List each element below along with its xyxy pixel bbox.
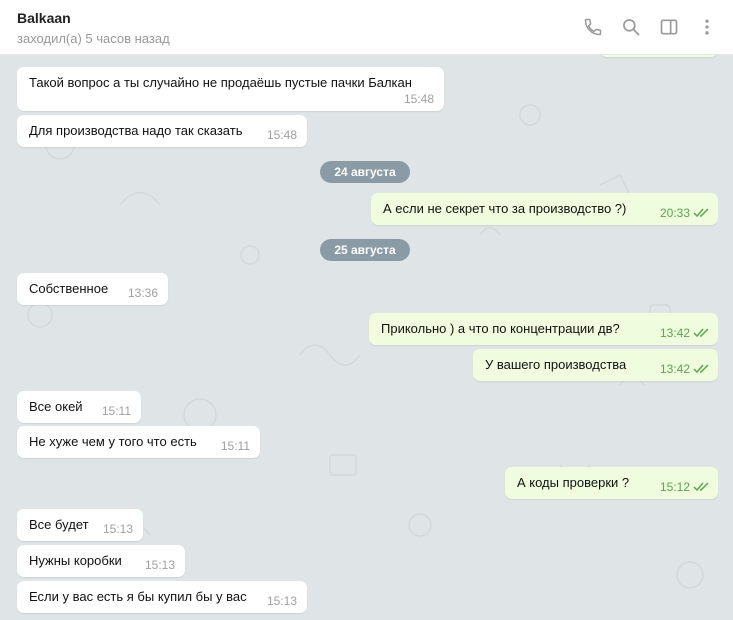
message-bubble-incoming[interactable]: Все будет 15:13 <box>17 509 143 541</box>
message-time: 13:42 <box>659 326 690 340</box>
message-time: 15:11 <box>101 404 131 418</box>
message-bubble-outgoing[interactable]: А коды проверки ? 15:12 <box>505 467 718 499</box>
message-text: Прикольно ) а что по концентрации дв? <box>381 321 620 336</box>
message-text: А если не секрет что за производство ?) <box>383 201 627 216</box>
message-time: 15:13 <box>266 594 297 608</box>
double-check-icon <box>693 364 709 374</box>
message-bubble-incoming[interactable]: Все окей 15:11 <box>17 391 141 423</box>
message-text: Все будет <box>29 517 89 532</box>
message-time: 15:11 <box>220 439 250 453</box>
message-bubble-incoming[interactable]: Нужны коробки 15:13 <box>17 545 185 577</box>
message-bubble-outgoing[interactable]: У вашего производства 13:42 <box>473 349 718 381</box>
message-bubble-outgoing[interactable]: А если не секрет что за производство ?) … <box>371 193 718 225</box>
message-time: 15:12 <box>659 480 690 494</box>
date-separator: 25 августа <box>320 239 410 261</box>
double-check-icon <box>693 482 709 492</box>
message-text: Если у вас есть я бы купил бы у вас <box>29 589 247 604</box>
phone-icon[interactable] <box>582 16 604 38</box>
message-time: 13:36 <box>127 286 158 300</box>
message-bubble-incoming[interactable]: Такой вопрос а ты случайно не продаёшь п… <box>17 67 444 111</box>
message-bubble-incoming[interactable]: Для производства надо так сказать 15:48 <box>17 115 307 147</box>
double-check-icon <box>693 208 709 218</box>
message-bubble-incoming[interactable]: Если у вас есть я бы купил бы у вас 15:1… <box>17 581 307 613</box>
message-bubble-incoming[interactable]: Не хуже чем у того что есть 15:11 <box>17 426 260 458</box>
double-check-icon <box>693 328 709 338</box>
chat-title[interactable]: Balkaan <box>17 10 71 26</box>
message-text: Все окей <box>29 399 83 414</box>
chat-header: Balkaan заходил(а) 5 часов назад <box>0 0 733 55</box>
message-time: 15:13 <box>102 522 133 536</box>
date-separator: 24 августа <box>320 161 410 183</box>
last-seen-status: заходил(а) 5 часов назад <box>17 31 170 46</box>
message-time: 13:42 <box>659 362 690 376</box>
message-text: Такой вопрос а ты случайно не продаёшь п… <box>29 75 412 90</box>
message-time: 20:33 <box>659 206 690 220</box>
message-bubble-incoming[interactable]: Собственное 13:36 <box>17 273 168 305</box>
sidebar-toggle-icon[interactable] <box>658 16 680 38</box>
more-vertical-icon[interactable] <box>696 16 718 38</box>
message-text: У вашего производства <box>485 357 627 372</box>
message-text: Нужны коробки <box>29 553 122 568</box>
message-time: 15:48 <box>403 92 434 106</box>
message-time: 15:48 <box>266 128 297 142</box>
message-bubble-outgoing[interactable]: Прикольно ) а что по концентрации дв? 13… <box>369 313 718 345</box>
message-text: Собственное <box>29 281 109 296</box>
message-bubble-outgoing <box>600 55 718 57</box>
message-text: Для производства надо так сказать <box>29 123 243 138</box>
telegram-chat-window: Balkaan заходил(а) 5 часов назад Такой в… <box>0 0 733 620</box>
message-time: 15:13 <box>144 558 175 572</box>
message-text: Не хуже чем у того что есть <box>29 434 197 449</box>
message-text: А коды проверки ? <box>517 475 630 490</box>
message-list[interactable]: Такой вопрос а ты случайно не продаёшь п… <box>0 55 733 620</box>
search-icon[interactable] <box>620 16 642 38</box>
